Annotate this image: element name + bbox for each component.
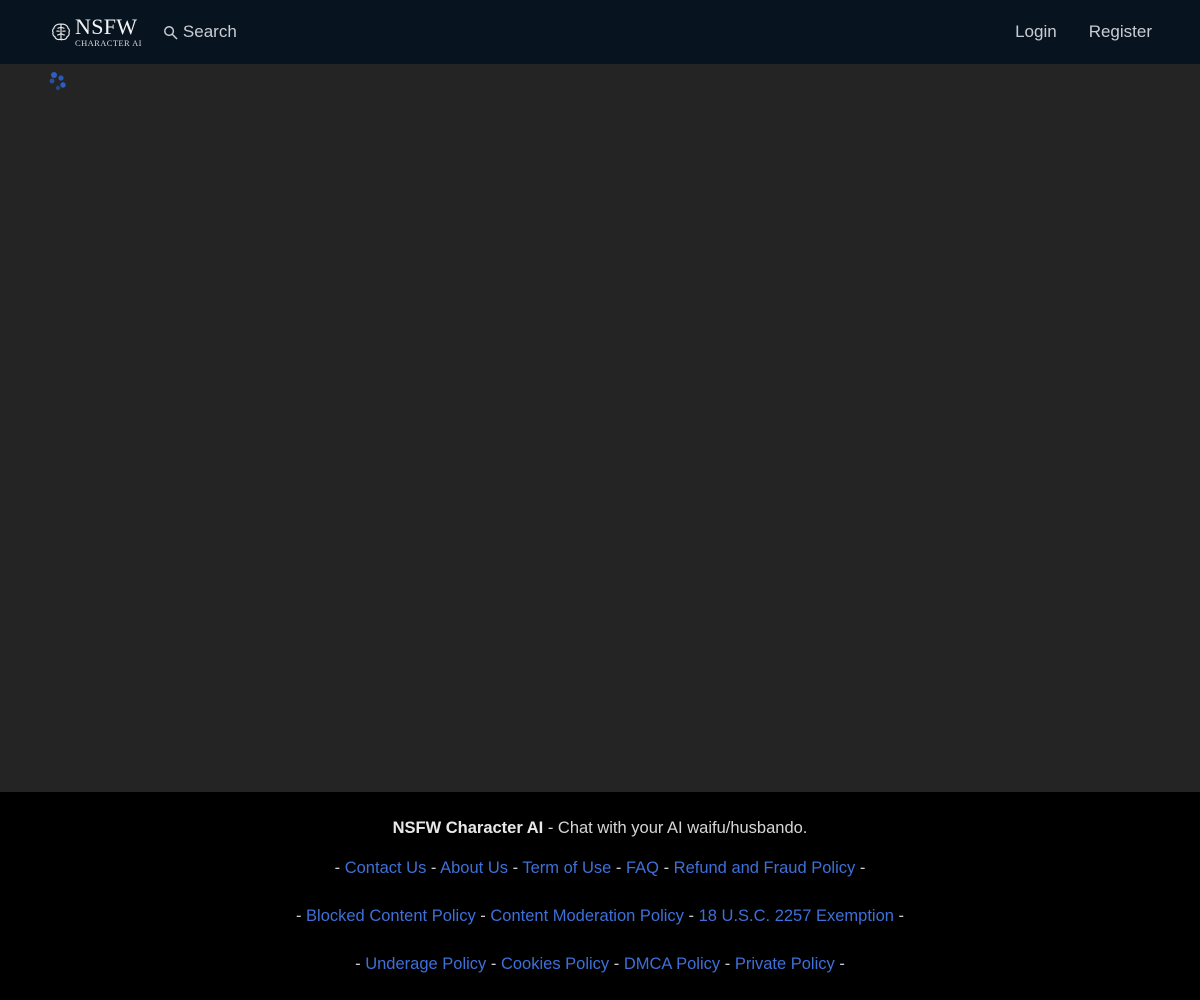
top-navbar: NSFW CHARACTER AI Search Login Register bbox=[0, 0, 1200, 64]
site-footer: NSFW Character AI - Chat with your AI wa… bbox=[0, 792, 1200, 1000]
about-us-link[interactable]: About Us bbox=[440, 859, 508, 877]
underage-policy-link[interactable]: Underage Policy bbox=[365, 955, 486, 973]
faq-link[interactable]: FAQ bbox=[626, 859, 659, 877]
usc-2257-exemption-link[interactable]: 18 U.S.C. 2257 Exemption bbox=[699, 907, 894, 925]
footer-links-row-3: - Underage Policy - Cookies Policy - DMC… bbox=[355, 955, 845, 973]
footer-links-row-2: - Blocked Content Policy - Content Moder… bbox=[295, 907, 905, 925]
search-button[interactable]: Search bbox=[163, 22, 237, 42]
footer-brand: NSFW Character AI bbox=[392, 819, 544, 837]
content-moderation-policy-link[interactable]: Content Moderation Policy bbox=[490, 907, 684, 925]
cookies-policy-link[interactable]: Cookies Policy bbox=[501, 955, 609, 973]
footer-links-row-1: - Contact Us - About Us - Term of Use - … bbox=[334, 859, 866, 877]
dmca-policy-link[interactable]: DMCA Policy bbox=[624, 955, 720, 973]
brain-icon bbox=[52, 23, 70, 41]
register-link[interactable]: Register bbox=[1089, 22, 1152, 42]
footer-tagline: NSFW Character AI - Chat with your AI wa… bbox=[0, 819, 1200, 838]
login-link[interactable]: Login bbox=[1015, 22, 1057, 42]
footer-tagline-text: - Chat with your AI waifu/husbando. bbox=[543, 819, 808, 837]
private-policy-link[interactable]: Private Policy bbox=[735, 955, 835, 973]
loading-spinner-icon bbox=[49, 72, 66, 91]
logo-title: NSFW bbox=[75, 14, 138, 40]
search-label: Search bbox=[182, 22, 237, 41]
logo-subtitle: CHARACTER AI bbox=[75, 38, 142, 49]
main-content bbox=[0, 64, 1200, 792]
term-of-use-link[interactable]: Term of Use bbox=[522, 859, 611, 877]
site-logo[interactable]: NSFW CHARACTER AI bbox=[50, 16, 142, 48]
contact-us-link[interactable]: Contact Us bbox=[345, 859, 427, 877]
refund-fraud-policy-link[interactable]: Refund and Fraud Policy bbox=[674, 859, 856, 877]
blocked-content-policy-link[interactable]: Blocked Content Policy bbox=[306, 907, 476, 925]
search-icon bbox=[163, 25, 178, 39]
auth-nav: Login Register bbox=[1015, 22, 1152, 42]
